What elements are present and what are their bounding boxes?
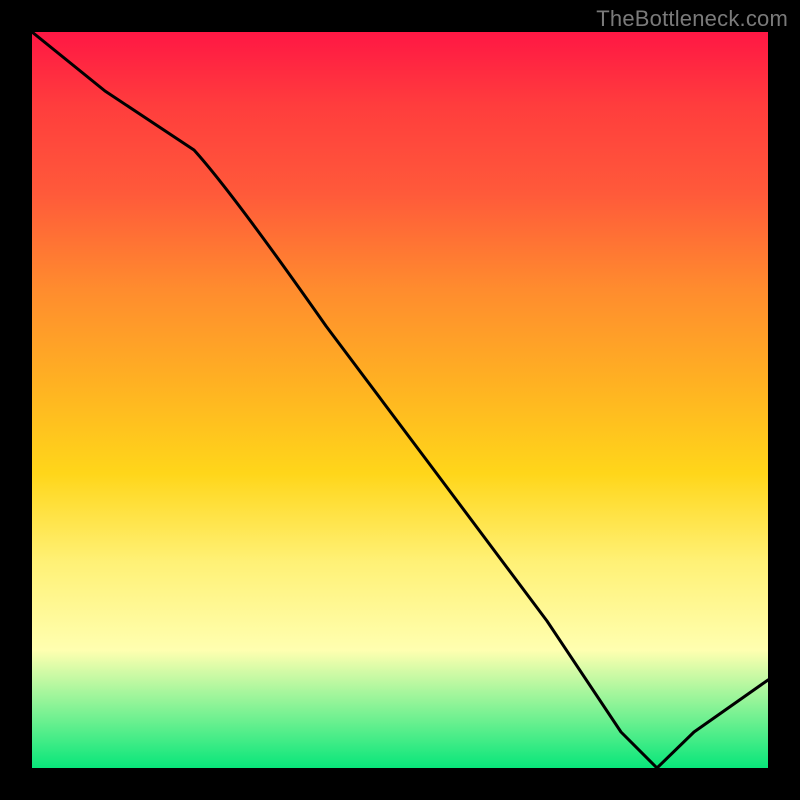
chart-plot-area (32, 32, 768, 768)
bottleneck-curve-path (32, 32, 768, 768)
watermark-text: TheBottleneck.com (596, 6, 788, 32)
curve-svg (32, 32, 768, 768)
